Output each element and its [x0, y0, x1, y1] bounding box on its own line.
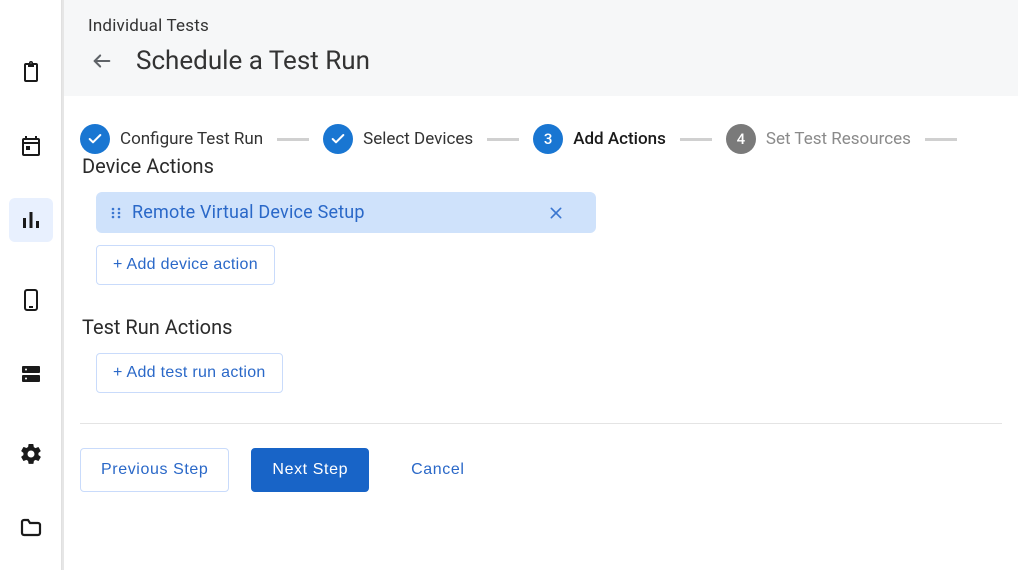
test-run-actions-section: Test Run Actions + Add test run action [80, 315, 1018, 393]
footer: Previous Step Next Step Cancel [64, 448, 1018, 492]
clipboard-icon [19, 60, 43, 84]
cancel-button[interactable]: Cancel [391, 449, 484, 491]
step-divider [487, 138, 519, 141]
device-action-label: Remote Virtual Device Setup [132, 202, 548, 223]
sidebar-bar-chart[interactable] [9, 198, 53, 242]
step-select-devices[interactable]: Select Devices [323, 124, 473, 154]
step-done-icon [323, 124, 353, 154]
bar-chart-icon [19, 208, 43, 232]
sidebar-calendar[interactable] [9, 124, 53, 168]
page-title: Schedule a Test Run [136, 46, 370, 76]
step-divider [925, 138, 957, 141]
step-label: Configure Test Run [120, 129, 263, 149]
step-set-test-resources[interactable]: 4 Set Test Resources [726, 124, 911, 154]
sidebar-settings[interactable] [9, 432, 53, 476]
smartphone-icon [19, 288, 43, 312]
step-label: Add Actions [573, 129, 666, 149]
add-test-run-action-button[interactable]: + Add test run action [96, 353, 283, 393]
drag-handle-icon[interactable] [110, 207, 122, 219]
step-current-number: 3 [533, 124, 563, 154]
breadcrumb: Individual Tests [88, 16, 994, 36]
remove-action-button[interactable] [548, 205, 582, 221]
step-divider [680, 138, 712, 141]
sidebar [0, 0, 62, 570]
divider [80, 423, 1002, 424]
device-actions-title: Device Actions [82, 154, 1002, 178]
previous-step-button[interactable]: Previous Step [80, 448, 229, 492]
back-button[interactable] [88, 47, 116, 75]
stepper: Configure Test Run Select Devices [64, 124, 1018, 154]
calendar-icon [19, 134, 43, 158]
step-add-actions[interactable]: 3 Add Actions [533, 124, 666, 154]
sidebar-folder[interactable] [9, 506, 53, 550]
step-upcoming-number: 4 [726, 124, 756, 154]
main: Individual Tests Schedule a Test Run Con… [62, 0, 1018, 570]
sidebar-clipboard[interactable] [9, 50, 53, 94]
step-label: Set Test Resources [766, 129, 911, 149]
sidebar-server[interactable] [9, 352, 53, 396]
step-done-icon [80, 124, 110, 154]
device-actions-section: Device Actions Remote Virtual Device Set… [80, 154, 1018, 285]
device-action-item[interactable]: Remote Virtual Device Setup [96, 192, 596, 233]
close-icon [548, 205, 564, 221]
step-divider [277, 138, 309, 141]
add-device-action-button[interactable]: + Add device action [96, 245, 275, 285]
arrow-left-icon [91, 50, 113, 72]
step-configure-test-run[interactable]: Configure Test Run [80, 124, 263, 154]
next-step-button[interactable]: Next Step [251, 448, 369, 492]
server-icon [19, 362, 43, 386]
check-icon [330, 131, 346, 147]
step-label: Select Devices [363, 129, 473, 149]
test-run-actions-title: Test Run Actions [82, 315, 1002, 339]
header: Individual Tests Schedule a Test Run [64, 0, 1018, 96]
gear-icon [19, 442, 43, 466]
folder-icon [19, 516, 43, 540]
sidebar-smartphone[interactable] [9, 278, 53, 322]
check-icon [87, 131, 103, 147]
